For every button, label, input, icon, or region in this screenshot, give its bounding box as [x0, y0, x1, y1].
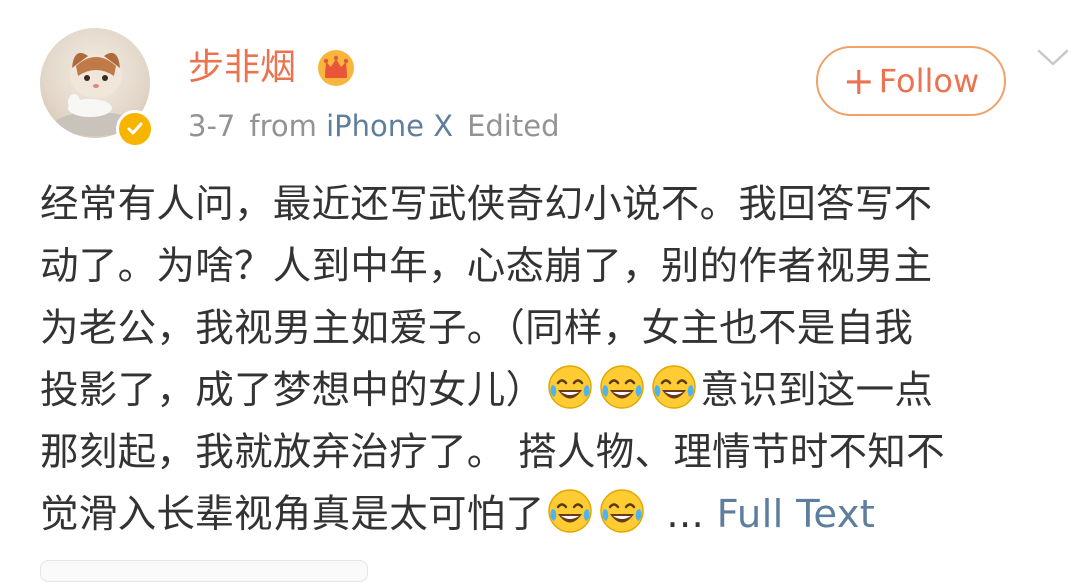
post-text-line-with-emoji: 觉滑入长辈视角真是太可怕了... Full Text [40, 484, 1050, 546]
post-text-segment: 投影了，成了梦想中的女儿） [40, 368, 545, 413]
attached-image-card[interactable] [40, 560, 368, 582]
laughing-crying-emoji [650, 363, 698, 411]
post-text-line: 动了。为啥？人到中年，心态崩了，别的作者视男主 [40, 244, 933, 289]
post-text-line: 为老公，我视男主如爱子。（同样，女主也不是自我 [40, 306, 914, 351]
verified-badge-icon [116, 110, 154, 148]
plus-icon: + [842, 59, 875, 103]
edited-label[interactable]: Edited [467, 109, 559, 143]
post-text-line: 经常有人问，最近还写武侠奇幻小说不。我回答写不 [40, 182, 933, 227]
post-text-line: 那刻起，我就放弃治疗了。 搭人物、理情节时不知不 [40, 430, 945, 475]
chevron-down-icon[interactable] [1036, 46, 1070, 70]
laughing-crying-emoji [546, 487, 594, 535]
crown-icon[interactable] [316, 48, 356, 88]
follow-button[interactable]: + Follow [816, 46, 1006, 116]
author-name[interactable]: 步非烟 [188, 42, 296, 94]
ellipsis: ... [666, 492, 717, 537]
post-text-line-with-emoji: 投影了，成了梦想中的女儿） 意识到这一点 [40, 360, 1050, 422]
post-meta: 3-7 from iPhone X Edited [188, 104, 560, 148]
post-source[interactable]: iPhone X [326, 109, 453, 143]
post-text-segment: 意识到这一点 [700, 368, 934, 413]
follow-label: Follow [878, 62, 980, 100]
laughing-crying-emoji [546, 363, 594, 411]
post-date: 3-7 [188, 109, 236, 143]
post-text-segment: 觉滑入长辈视角真是太可怕了 [40, 492, 545, 537]
laughing-crying-emoji [598, 487, 646, 535]
from-label: from [249, 109, 317, 143]
post-text: 经常有人问，最近还写武侠奇幻小说不。我回答写不 动了。为啥？人到中年，心态崩了，… [40, 174, 1050, 546]
laughing-crying-emoji [598, 363, 646, 411]
full-text-link[interactable]: Full Text [717, 492, 876, 537]
